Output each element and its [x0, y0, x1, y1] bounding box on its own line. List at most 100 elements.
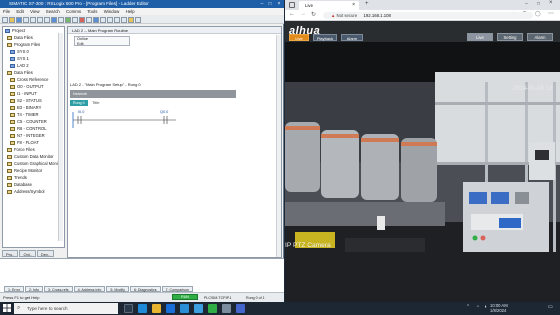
nav-playback-button[interactable]: Playback [313, 34, 337, 41]
tree-item[interactable]: Recipe Monitor [3, 167, 64, 174]
coil-icon[interactable] [114, 16, 120, 23]
rung-comment[interactable]: Title: [92, 101, 100, 105]
file-explorer-icon[interactable] [152, 304, 161, 313]
tree-item[interactable]: Force Files [3, 146, 64, 153]
editor-scrollbar[interactable] [276, 35, 281, 257]
menu-comms[interactable]: Comms [66, 9, 81, 14]
new-icon[interactable] [2, 16, 8, 23]
tree-item[interactable]: SYS 0 [3, 48, 64, 55]
redo-icon[interactable] [58, 16, 64, 23]
new-tab-icon[interactable]: + [365, 1, 369, 7]
tree-item[interactable]: LAD 2 [3, 62, 64, 69]
tree-item[interactable]: SYS 1 [3, 55, 64, 62]
cut-icon[interactable] [30, 16, 36, 23]
stop-icon[interactable] [79, 16, 85, 23]
open-icon[interactable] [9, 16, 15, 23]
volume-icon[interactable]: ◖ [484, 304, 487, 310]
contact-nc-icon[interactable] [107, 16, 113, 23]
nav-live-button[interactable]: Live [289, 34, 309, 41]
tree-item[interactable]: Database [3, 181, 64, 188]
header-setting-button[interactable]: Setting [497, 33, 523, 41]
tree-item[interactable]: I1 - INPUT [3, 90, 64, 97]
header-live-button[interactable]: Live [467, 33, 493, 41]
tree-item[interactable]: T4 - TIMER [3, 111, 64, 118]
save-icon[interactable] [16, 16, 22, 23]
tray-chevron-icon[interactable]: ⌃ [466, 304, 470, 310]
notifications-icon[interactable]: ▭ [548, 304, 553, 310]
tree-item[interactable]: B3 - BINARY [3, 104, 64, 111]
tab-devices[interactable]: Dev.. [36, 250, 54, 257]
store-icon[interactable] [166, 304, 175, 313]
tab-online[interactable]: Onl.. [19, 250, 36, 257]
browser-app-icon[interactable] [236, 304, 245, 313]
close-icon[interactable]: × [549, 0, 553, 6]
tree-item[interactable]: N7 - INTEGER [3, 132, 64, 139]
tree-item[interactable]: Cross Reference [3, 76, 64, 83]
menu-view[interactable]: View [30, 9, 39, 14]
copy-icon[interactable] [37, 16, 43, 23]
tree-item[interactable]: Custom Graphical Monitor [3, 160, 64, 167]
menu-tools[interactable]: Tools [87, 9, 97, 14]
ladder-rung[interactable] [72, 110, 277, 130]
forward-icon[interactable]: → [300, 11, 306, 17]
branch-icon[interactable] [121, 16, 127, 23]
tree-item[interactable]: O0 - OUTPUT [3, 83, 64, 90]
tree-item[interactable]: F8 - FLOAT [3, 139, 64, 146]
rung-chip[interactable]: Rung 0 [70, 100, 88, 106]
upload-icon[interactable] [72, 16, 78, 23]
monitor-icon[interactable] [86, 16, 92, 23]
plc-app-icon[interactable] [194, 304, 203, 313]
nav-alarm-button[interactable]: Alarm [341, 34, 363, 41]
download-icon[interactable] [65, 16, 71, 23]
paste-icon[interactable] [44, 16, 50, 23]
sim-app-icon[interactable] [208, 304, 217, 313]
minimize-icon[interactable]: – [525, 1, 528, 7]
menu-search[interactable]: Search [46, 9, 60, 14]
back-icon[interactable]: ← [289, 11, 295, 17]
tab-actions-icon[interactable] [289, 2, 295, 8]
camera-app-icon[interactable] [222, 304, 231, 313]
tree-item[interactable]: Custom Data Monitor [3, 153, 64, 160]
profile-icon[interactable]: ◯ [535, 11, 541, 17]
header-alarm-button[interactable]: Alarm [527, 33, 553, 41]
menu-file[interactable]: File [3, 9, 10, 14]
tree-item[interactable]: R6 - CONTROL [3, 125, 64, 132]
contact-right-address[interactable]: Q0.0 [160, 110, 168, 114]
menu-icon[interactable]: ⋯ [548, 10, 554, 17]
tab-project[interactable]: Pro.. [2, 250, 19, 257]
tree-item[interactable]: C5 - COUNTER [3, 118, 64, 125]
edge-icon[interactable] [138, 304, 147, 313]
help-icon[interactable] [135, 16, 141, 23]
close-icon[interactable]: × [275, 1, 283, 7]
menu-edit[interactable]: Edit [16, 9, 24, 14]
box-icon[interactable] [128, 16, 134, 23]
tree-item[interactable]: Program Files [3, 41, 64, 48]
maximize-icon[interactable]: □ [537, 1, 540, 7]
tree-item[interactable]: Data Files [3, 34, 64, 41]
maximize-icon[interactable]: □ [266, 1, 274, 7]
tree-item[interactable]: Data Files [3, 69, 64, 76]
tree-item[interactable]: Address/Symbol [3, 188, 64, 195]
taskbar-search-input[interactable]: ⌕ Type here to search [14, 303, 118, 314]
mail-icon[interactable] [180, 304, 189, 313]
undo-icon[interactable] [51, 16, 57, 23]
close-tab-icon[interactable]: × [352, 1, 355, 10]
tree-item[interactable]: S2 - STATUS [3, 97, 64, 104]
print-icon[interactable] [23, 16, 29, 23]
menu-window[interactable]: Window [104, 9, 120, 14]
contact-left-address[interactable]: I0.0 [78, 110, 84, 114]
network-icon[interactable]: ◔ [476, 304, 479, 310]
menu-help[interactable]: Help [126, 9, 135, 14]
reload-icon[interactable]: ↻ [311, 11, 316, 18]
browser-tab[interactable]: Live × [299, 1, 359, 10]
tree-item[interactable]: Project [3, 27, 64, 34]
windows-start-icon[interactable] [3, 304, 11, 312]
task-view-icon[interactable] [124, 304, 133, 313]
rung-header-bar[interactable]: Network [70, 90, 236, 98]
tree-item[interactable]: Trends [3, 174, 64, 181]
contact-no-icon[interactable] [100, 16, 106, 23]
tray-clock[interactable]: 10:00 AM 1/8/2024 [490, 303, 508, 313]
zoom-icon[interactable] [93, 16, 99, 23]
camera-video-feed[interactable] [285, 42, 560, 302]
tree-scrollbar[interactable] [58, 33, 63, 241]
